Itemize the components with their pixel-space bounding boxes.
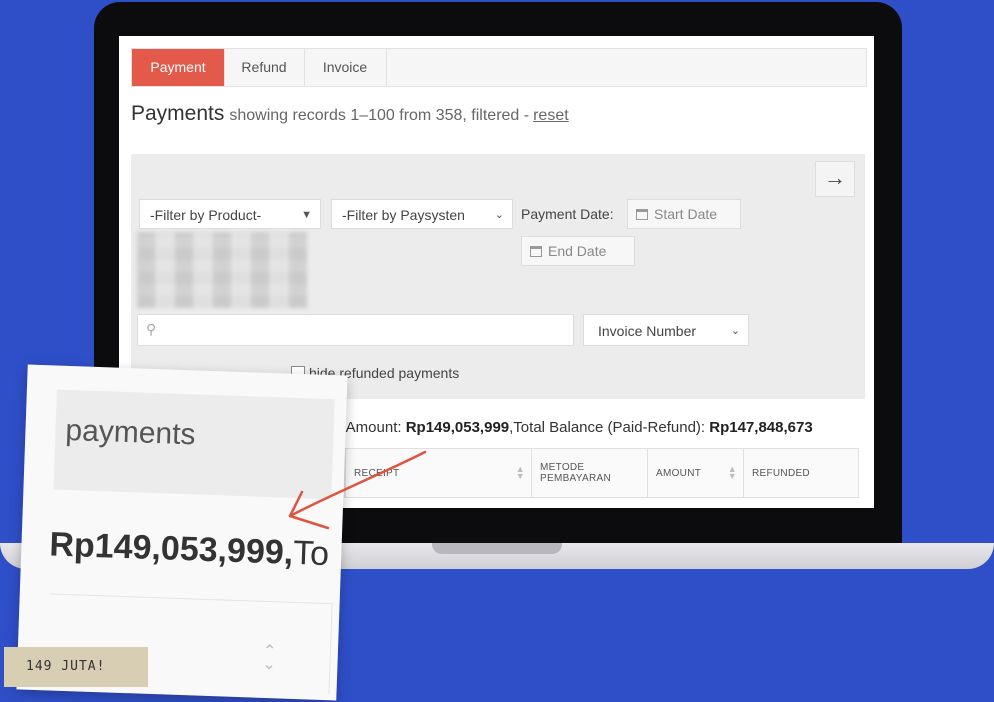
- annotation-arrow-icon: [288, 450, 427, 530]
